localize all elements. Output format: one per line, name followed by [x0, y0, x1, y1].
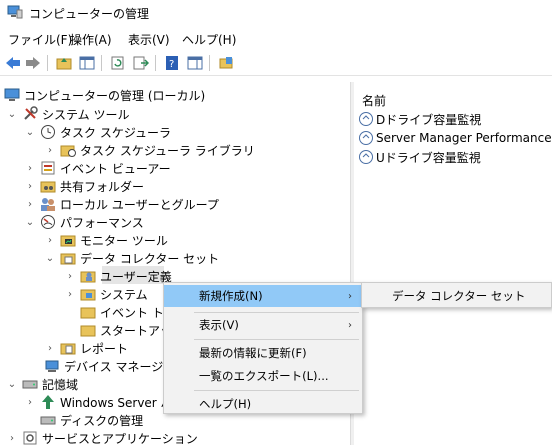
services-icon: [22, 430, 38, 445]
folder-up-icon[interactable]: [54, 53, 74, 73]
chevron-down-icon[interactable]: ⌄: [44, 252, 56, 264]
user-defined-icon: [80, 268, 96, 284]
computer-icon: [4, 87, 20, 103]
tree-node-disk-management[interactable]: ディスクの管理: [40, 411, 143, 429]
menu-bar: ファイル(F) 操作(A) 表示(V) ヘルプ(H): [0, 28, 552, 50]
chevron-down-icon[interactable]: ⌄: [24, 126, 36, 138]
submenu-data-collector-set-item[interactable]: データ コレクター セット: [392, 288, 525, 304]
svg-text:?: ?: [169, 59, 174, 70]
name-column-header[interactable]: 名前: [362, 92, 386, 109]
toolbar: ?: [0, 50, 552, 76]
chevron-down-icon[interactable]: ⌄: [6, 108, 18, 120]
action-pane-icon[interactable]: [216, 53, 236, 73]
monitor-folder-icon: [60, 232, 76, 248]
folder-icon: [80, 322, 96, 338]
reports-icon: [60, 340, 76, 356]
chevron-right-icon[interactable]: ›: [44, 342, 56, 354]
tree-node-shared-folders[interactable]: › 共有フォルダー: [24, 177, 144, 195]
computer-management-icon: [7, 5, 23, 19]
tree-node-user-defined[interactable]: › ユーザー定義: [64, 267, 172, 285]
new-submenu: データ コレクター セット: [361, 282, 552, 308]
tree-node-windows-server-backup[interactable]: › Windows Server バ: [24, 393, 173, 411]
performance-icon: [40, 214, 56, 230]
tree-node-data-collector-sets[interactable]: ⌄ データ コレクター セット: [44, 249, 219, 267]
title-bar: コンピューターの管理: [0, 0, 552, 26]
export-list-icon[interactable]: [131, 53, 151, 73]
chevron-down-icon[interactable]: ⌄: [24, 216, 36, 228]
data-collector-set-icon: [358, 149, 374, 165]
ctx-view-item[interactable]: 表示(V) ›: [164, 314, 362, 336]
chevron-right-icon[interactable]: ›: [24, 180, 36, 192]
tools-icon: [22, 106, 38, 122]
users-icon: [40, 196, 56, 212]
tree-node-performance[interactable]: ⌄ パフォーマンス: [24, 213, 144, 231]
tree-node-reports[interactable]: › レポート: [44, 339, 128, 357]
disk-icon: [40, 412, 56, 428]
chevron-right-icon[interactable]: ›: [24, 396, 36, 408]
ctx-new-item[interactable]: 新規作成(N) ›: [164, 285, 362, 307]
chevron-right-icon[interactable]: ›: [24, 162, 36, 174]
storage-icon: [22, 376, 38, 392]
tree-node-event-viewer[interactable]: › イベント ビューアー: [24, 159, 171, 177]
forward-icon[interactable]: [23, 53, 43, 73]
chevron-right-icon[interactable]: ›: [44, 234, 56, 246]
tree-node-task-scheduler[interactable]: ⌄ タスク スケジューラ: [24, 123, 171, 141]
tree-node-local-users[interactable]: › ローカル ユーザーとグループ: [24, 195, 219, 213]
tree-node-root[interactable]: コンピューターの管理 (ローカル): [4, 86, 205, 104]
menu-action[interactable]: 操作(A): [70, 31, 112, 48]
system-folder-icon: [80, 286, 96, 302]
window-title: コンピューターの管理: [29, 7, 150, 21]
data-collector-folder-icon: [60, 250, 76, 266]
submenu-arrow-icon: ›: [348, 319, 352, 331]
menu-help[interactable]: ヘルプ(H): [182, 31, 236, 48]
chevron-right-icon[interactable]: ›: [44, 144, 56, 156]
chevron-right-icon[interactable]: ›: [6, 432, 18, 444]
show-hide-tree-icon[interactable]: [77, 53, 97, 73]
folder-clock-icon: [60, 142, 76, 158]
chevron-right-icon[interactable]: ›: [24, 198, 36, 210]
chevron-down-icon[interactable]: ⌄: [6, 378, 18, 390]
menu-file[interactable]: ファイル(F): [8, 31, 72, 48]
back-icon[interactable]: [3, 53, 23, 73]
context-menu: 新規作成(N) › 表示(V) › 最新の情報に更新(F) 一覧のエクスポート(…: [163, 282, 363, 414]
chevron-right-icon[interactable]: ›: [64, 270, 76, 282]
properties-icon[interactable]: [185, 53, 205, 73]
backup-icon: [40, 394, 56, 410]
ctx-refresh-item[interactable]: 最新の情報に更新(F): [164, 342, 362, 364]
tree-node-storage[interactable]: ⌄ 記憶域: [6, 375, 78, 393]
list-item[interactable]: Dドライブ容量監視: [358, 110, 481, 128]
clock-icon: [40, 124, 56, 140]
ctx-export-list-item[interactable]: 一覧のエクスポート(L)...: [164, 365, 362, 387]
shared-folder-icon: [40, 178, 56, 194]
data-collector-set-icon: [358, 111, 374, 127]
list-item[interactable]: Server Manager Performance M...: [358, 129, 552, 147]
ctx-help-item[interactable]: ヘルプ(H): [164, 393, 362, 415]
list-item[interactable]: Uドライブ容量監視: [358, 148, 481, 166]
submenu-arrow-icon: ›: [348, 290, 352, 302]
help-icon[interactable]: ?: [162, 53, 182, 73]
chevron-right-icon[interactable]: ›: [64, 288, 76, 300]
event-viewer-icon: [40, 160, 56, 176]
tree-node-monitor-tools[interactable]: › モニター ツール: [44, 231, 168, 249]
tree-node-task-scheduler-library[interactable]: › タスク スケジューラ ライブラリ: [44, 141, 255, 159]
results-pane: 名前 Dドライブ容量監視 Server Manager Performance …: [354, 82, 552, 445]
menu-view[interactable]: 表示(V): [128, 31, 170, 48]
device-manager-icon: [44, 358, 60, 374]
data-collector-set-icon: [358, 130, 374, 146]
computer-management-window: コンピューターの管理 ファイル(F) 操作(A) 表示(V) ヘルプ(H) ? …: [0, 0, 552, 445]
tree-node-services-apps[interactable]: › サービスとアプリケーション: [6, 429, 198, 445]
tree-node-system-tools[interactable]: ⌄ システム ツール: [6, 105, 129, 123]
refresh-icon[interactable]: [108, 53, 128, 73]
tree-node-system[interactable]: › システム: [64, 285, 148, 303]
folder-icon: [80, 304, 96, 320]
